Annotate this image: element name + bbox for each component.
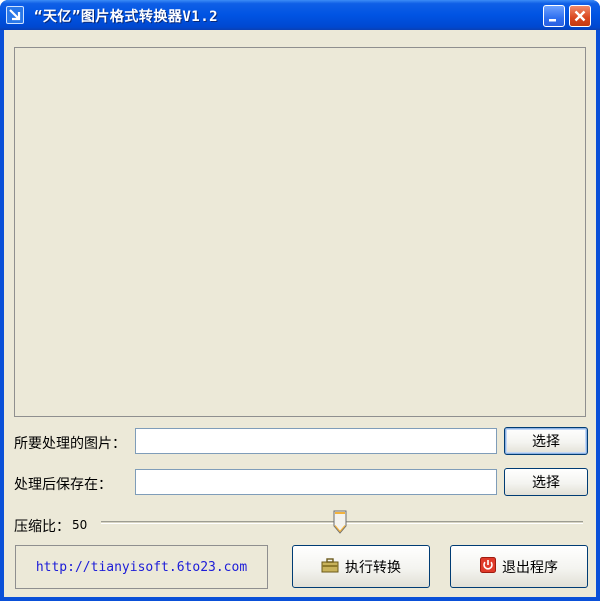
choose-output-label: 选择: [532, 475, 560, 491]
exit-button[interactable]: 退出程序: [450, 545, 588, 588]
window-title: “天亿”图片格式转换器V1.2: [34, 9, 219, 25]
choose-output-button[interactable]: 选择: [504, 468, 588, 496]
convert-button[interactable]: 执行转换: [292, 545, 430, 588]
close-icon: [574, 10, 586, 22]
compression-ratio-label: 压缩比：: [14, 519, 70, 535]
toolbox-icon: [321, 557, 339, 577]
output-folder-input[interactable]: [135, 469, 497, 495]
website-link[interactable]: http://tianyisoft.6to23.com: [15, 545, 268, 589]
compression-ratio-value: 50: [72, 518, 88, 532]
exit-button-label: 退出程序: [502, 559, 558, 576]
source-image-label: 所要处理的图片：: [14, 436, 126, 452]
source-image-input[interactable]: [135, 428, 497, 454]
convert-button-label: 执行转换: [345, 559, 401, 576]
app-arrow-icon[interactable]: [6, 6, 24, 24]
title-bar[interactable]: “天亿”图片格式转换器V1.2: [0, 0, 600, 30]
client-area: 所要处理的图片： 选择 处理后保存在： 选择 压缩比： 50 http://ti…: [4, 30, 596, 597]
app-window: “天亿”图片格式转换器V1.2 所要处理的图片： 选择 处理后保存在： 选择 压…: [0, 0, 600, 601]
choose-source-button[interactable]: 选择: [504, 427, 588, 455]
choose-source-label: 选择: [532, 434, 560, 450]
image-preview-panel: [14, 47, 586, 417]
close-button[interactable]: [569, 5, 591, 27]
power-icon: [480, 556, 496, 577]
output-folder-label: 处理后保存在：: [14, 477, 112, 493]
minimize-button[interactable]: [543, 5, 565, 27]
compression-slider-thumb[interactable]: [333, 510, 347, 534]
minimize-icon: [549, 19, 556, 22]
